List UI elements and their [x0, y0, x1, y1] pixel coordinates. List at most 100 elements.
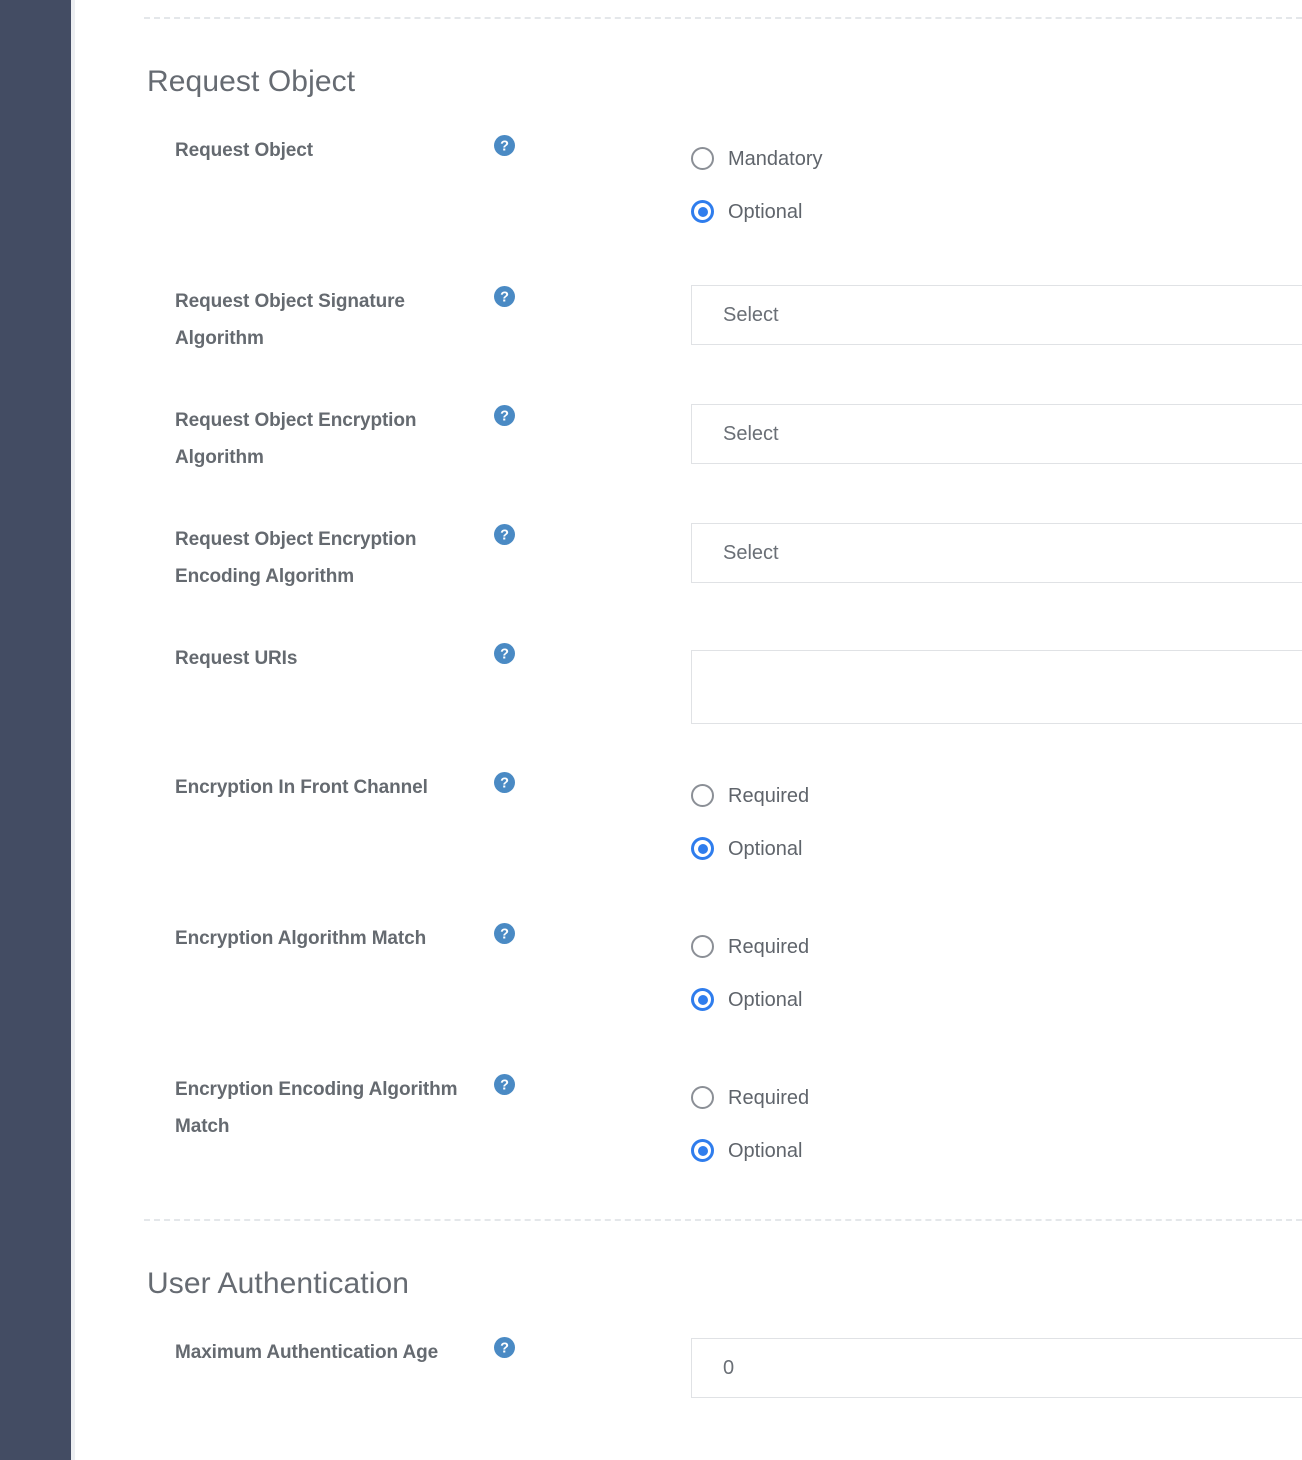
form-row-encryption-in-front-channel: Encryption In Front Channel? Required Opti…: [144, 766, 1302, 875]
textarea-request-uris[interactable]: [691, 650, 1302, 724]
row-spacer: [144, 357, 1302, 399]
control-cell: Required Optional: [559, 766, 1302, 875]
control-cell: Select: [559, 399, 1302, 464]
row-spacer: [144, 1398, 1302, 1440]
radio-request-object-option-0[interactable]: Mandatory: [691, 132, 1302, 185]
radio-label: Required: [728, 786, 809, 806]
app-window: Request ObjectRequest Object?MandatoryOp…: [0, 0, 1302, 1460]
radio-label: Optional: [728, 839, 803, 859]
svg-text:?: ?: [500, 927, 509, 943]
form-row-maximum-authentication-age: Maximum Authentication Age? 0: [144, 1331, 1302, 1398]
help-cell: ?: [494, 1068, 559, 1095]
help-cell: ?: [494, 129, 559, 156]
question-circle-icon[interactable]: ?: [494, 643, 515, 664]
help-cell: ?: [494, 399, 559, 426]
radio-encryption-algorithm-match-option-1[interactable]: Optional: [691, 973, 1302, 1026]
radio-group-encryption-in-front-channel: Required Optional: [691, 766, 1302, 875]
label-maximum-authentication-age: Maximum Authentication Age: [144, 1331, 494, 1371]
sidebar-rail: [0, 0, 71, 1460]
radio-mark[interactable]: [691, 784, 714, 807]
radio-encryption-algorithm-match-option-0[interactable]: Required: [691, 920, 1302, 973]
form-row-request-object-signature-algorithm: Request Object Signature Algorithm? Selec…: [144, 280, 1302, 357]
control-cell: 0: [559, 1331, 1302, 1398]
question-circle-icon[interactable]: ?: [494, 772, 515, 793]
row-spacer: [144, 595, 1302, 637]
section-body: Maximum Authentication Age? 0: [144, 1301, 1302, 1440]
radio-encryption-encoding-algorithm-match-option-0[interactable]: Required: [691, 1071, 1302, 1124]
question-circle-icon[interactable]: ?: [494, 1074, 515, 1095]
section-title: Request Object: [144, 19, 1302, 99]
select-value: Select: [723, 423, 779, 446]
radio-mark[interactable]: [691, 1139, 714, 1162]
label-request-object-encryption-encoding-algorithm: Request Object Encryption Encoding Algor…: [144, 518, 494, 595]
row-spacer: [144, 1177, 1302, 1219]
svg-text:?: ?: [500, 139, 509, 155]
label-encryption-algorithm-match: Encryption Algorithm Match: [144, 917, 494, 957]
select-request-object-signature-algorithm[interactable]: Select: [691, 285, 1302, 345]
control-cell: Select: [559, 518, 1302, 583]
main-content-scroll-area[interactable]: Request ObjectRequest Object?MandatoryOp…: [75, 0, 1302, 1460]
svg-text:?: ?: [500, 1078, 509, 1094]
label-request-object-encryption-algorithm: Request Object Encryption Algorithm: [144, 399, 494, 476]
label-request-uris: Request URIs: [144, 637, 494, 677]
svg-text:?: ?: [500, 409, 509, 425]
question-circle-icon[interactable]: ?: [494, 1337, 515, 1358]
radio-label: Optional: [728, 990, 803, 1010]
help-cell: ?: [494, 917, 559, 944]
select-value: Select: [723, 304, 779, 327]
radio-mark[interactable]: [691, 935, 714, 958]
svg-text:?: ?: [500, 647, 509, 663]
question-circle-icon[interactable]: ?: [494, 405, 515, 426]
question-circle-icon[interactable]: ?: [494, 923, 515, 944]
select-request-object-encryption-encoding-algorithm[interactable]: Select: [691, 523, 1302, 583]
row-spacer: [144, 476, 1302, 518]
form-row-encryption-encoding-algorithm-match: Encryption Encoding Algorithm Match?Requ…: [144, 1068, 1302, 1177]
svg-text:?: ?: [500, 1341, 509, 1357]
row-spacer: [144, 1026, 1302, 1068]
form-row-request-object-encryption-encoding-algorithm: Request Object Encryption Encoding Algor…: [144, 518, 1302, 595]
radio-mark[interactable]: [691, 147, 714, 170]
label-request-object-signature-algorithm: Request Object Signature Algorithm: [144, 280, 494, 357]
form-row-request-object-encryption-algorithm: Request Object Encryption Algorithm? Sele…: [144, 399, 1302, 476]
radio-mark[interactable]: [691, 837, 714, 860]
help-cell: ?: [494, 518, 559, 545]
help-cell: ?: [494, 1331, 559, 1358]
label-encryption-in-front-channel: Encryption In Front Channel: [144, 766, 494, 806]
radio-group-request-object: MandatoryOptional: [691, 129, 1302, 238]
form-row-request-uris: Request URIs?: [144, 637, 1302, 724]
label-request-object: Request Object: [144, 129, 494, 169]
control-cell: [559, 637, 1302, 724]
question-circle-icon[interactable]: ?: [494, 286, 515, 307]
control-cell: Required Optional: [559, 917, 1302, 1026]
radio-encryption-in-front-channel-option-1[interactable]: Optional: [691, 822, 1302, 875]
svg-text:?: ?: [500, 528, 509, 544]
radio-encryption-in-front-channel-option-0[interactable]: Required: [691, 769, 1302, 822]
control-cell: MandatoryOptional: [559, 129, 1302, 238]
help-cell: ?: [494, 280, 559, 307]
radio-group-encryption-algorithm-match: Required Optional: [691, 917, 1302, 1026]
section-title: User Authentication: [144, 1221, 1302, 1301]
radio-mark[interactable]: [691, 200, 714, 223]
form-row-encryption-algorithm-match: Encryption Algorithm Match? Required Optio…: [144, 917, 1302, 1026]
question-circle-icon[interactable]: ?: [494, 524, 515, 545]
question-circle-icon[interactable]: ?: [494, 135, 515, 156]
help-cell: ?: [494, 766, 559, 793]
help-cell: ?: [494, 637, 559, 664]
form-row-request-object: Request Object? MandatoryOptional: [144, 129, 1302, 238]
row-spacer: [144, 724, 1302, 766]
section-request-object: Request ObjectRequest Object?MandatoryOp…: [144, 19, 1302, 1219]
input-maximum-authentication-age[interactable]: 0: [691, 1338, 1302, 1398]
radio-request-object-option-1[interactable]: Optional: [691, 185, 1302, 238]
row-spacer: [144, 238, 1302, 280]
radio-mark[interactable]: [691, 1086, 714, 1109]
select-value: Select: [723, 542, 779, 565]
row-spacer: [144, 875, 1302, 917]
radio-label: Required: [728, 937, 809, 957]
input-value: 0: [723, 1357, 734, 1380]
section-body: Request Object?MandatoryOptionalRequest …: [144, 99, 1302, 1219]
radio-encryption-encoding-algorithm-match-option-1[interactable]: Optional: [691, 1124, 1302, 1177]
radio-group-encryption-encoding-algorithm-match: RequiredOptional: [691, 1068, 1302, 1177]
select-request-object-encryption-algorithm[interactable]: Select: [691, 404, 1302, 464]
svg-text:?: ?: [500, 776, 509, 792]
radio-mark[interactable]: [691, 988, 714, 1011]
